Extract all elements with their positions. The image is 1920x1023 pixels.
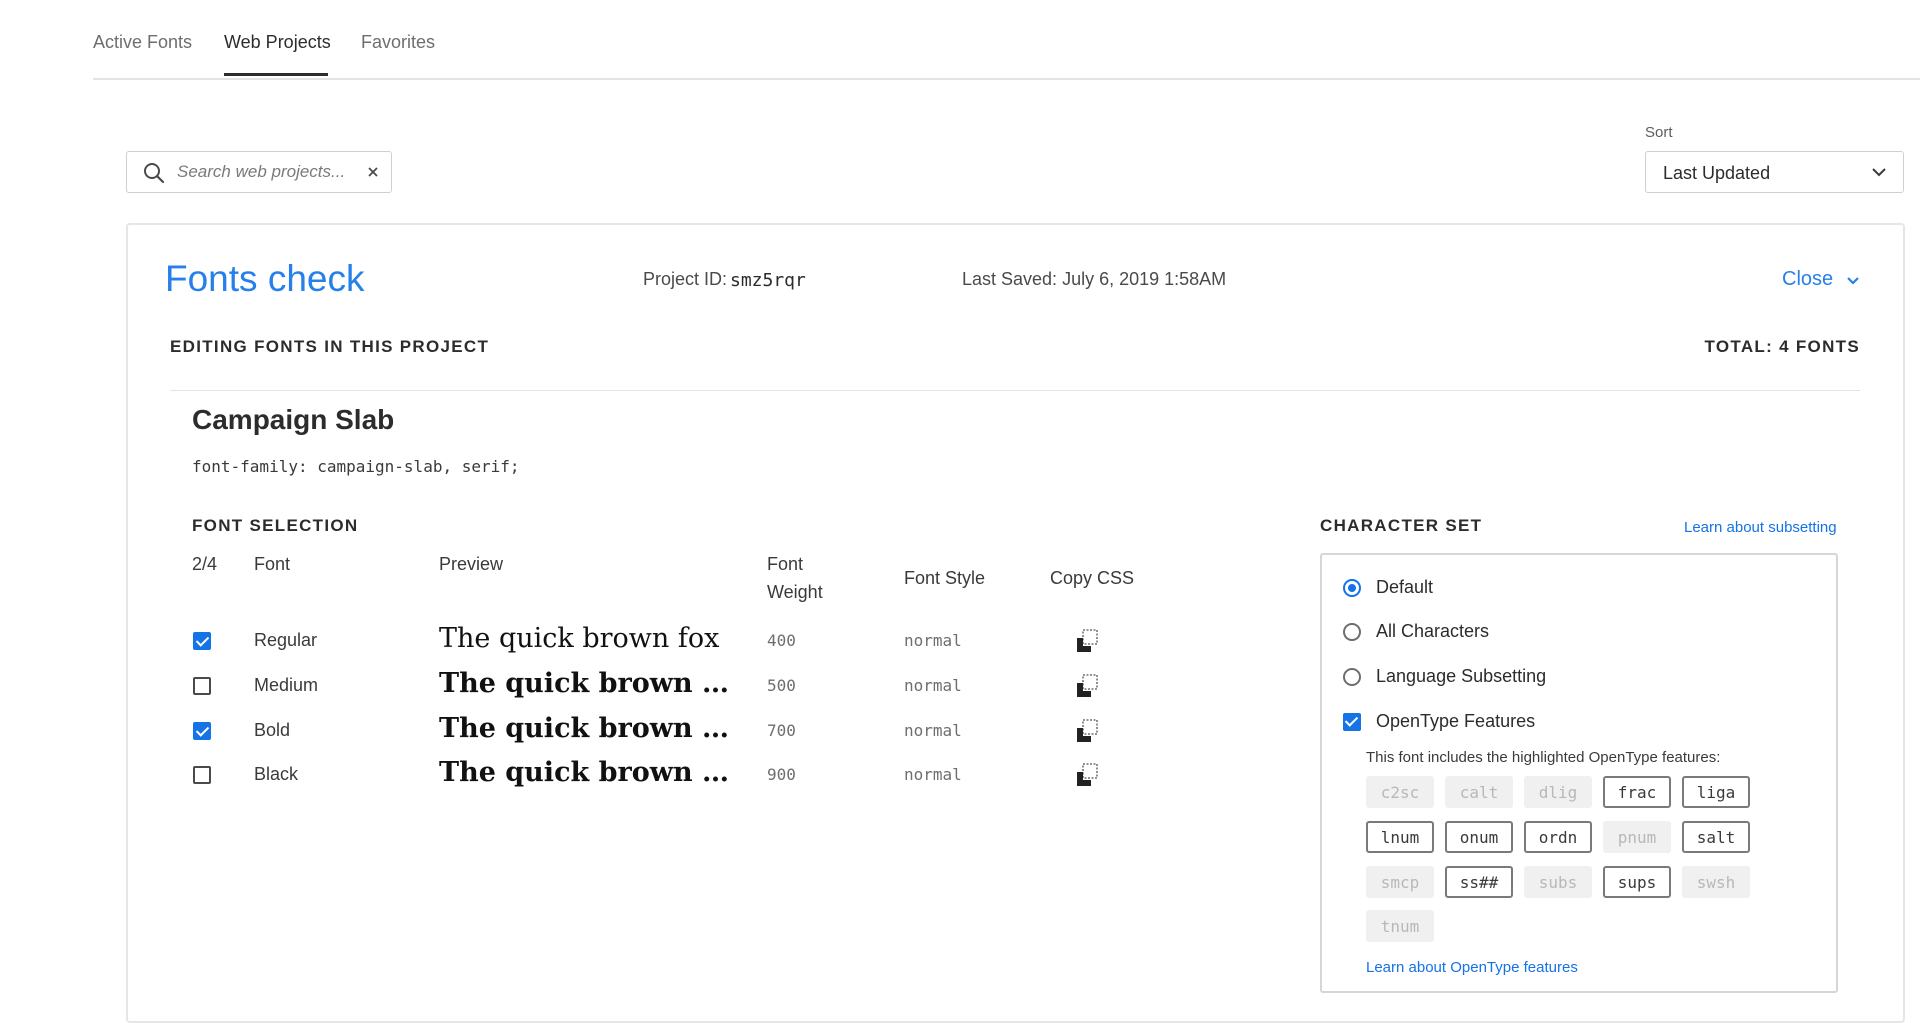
opentype-tag: ss##: [1445, 866, 1513, 898]
font-row-preview: The quick brown fox: [439, 757, 729, 788]
opentype-tag: liga: [1682, 776, 1750, 808]
opentype-tag: sups: [1603, 866, 1671, 898]
opentype-feature-note: This font includes the highlighted OpenT…: [1366, 749, 1721, 766]
sort-value: Last Updated: [1663, 163, 1771, 183]
font-row-checkbox[interactable]: [193, 677, 211, 695]
selection-count: 2/4: [192, 554, 218, 574]
opentype-tag: ordn: [1524, 821, 1592, 853]
copy-icon[interactable]: [1074, 673, 1100, 699]
search-input[interactable]: [177, 160, 357, 184]
search-box: [126, 151, 392, 193]
opentype-tag: lnum: [1366, 821, 1434, 853]
font-family-css[interactable]: font-family: campaign-slab, serif;: [192, 457, 520, 476]
tab-active-fonts[interactable]: Active Fonts: [93, 32, 192, 53]
project-id-label: Project ID:: [643, 269, 728, 289]
option-default-label: Default: [1376, 577, 1434, 597]
font-row-preview: The quick brown fox: [439, 623, 720, 654]
tab-web-projects[interactable]: Web Projects: [224, 32, 331, 53]
opentype-tag: salt: [1682, 821, 1750, 853]
column-copy-css: Copy CSS: [1050, 568, 1135, 588]
opentype-features-label: OpenType Features: [1376, 711, 1536, 731]
font-row-style: normal: [904, 765, 962, 784]
column-weight-line2: Weight: [767, 582, 823, 602]
font-row-style: normal: [904, 676, 962, 695]
chevron-down-icon: [1872, 168, 1886, 177]
font-row-checkbox[interactable]: [193, 766, 211, 784]
font-row-checkbox[interactable]: [193, 632, 211, 650]
copy-icon[interactable]: [1074, 628, 1100, 654]
option-all-characters-label: All Characters: [1376, 621, 1490, 641]
font-row-weight: 400: [767, 631, 796, 650]
opentype-tag: pnum: [1603, 821, 1671, 853]
learn-subsetting-link[interactable]: Learn about subsetting: [1684, 519, 1837, 536]
editing-heading: EDITING FONTS IN THIS PROJECT: [170, 337, 490, 356]
font-row-name: Bold: [254, 720, 291, 740]
radio-default[interactable]: [1343, 579, 1361, 597]
column-font: Font: [254, 554, 291, 574]
font-row-preview: The quick brown fox: [439, 668, 729, 699]
font-row-name: Regular: [254, 630, 318, 650]
column-preview: Preview: [439, 554, 504, 574]
opentype-tag: dlig: [1524, 776, 1592, 808]
sort-label: Sort: [1645, 124, 1673, 141]
project-title: Fonts check: [165, 258, 365, 299]
copy-icon[interactable]: [1074, 718, 1100, 744]
search-icon: [144, 163, 165, 184]
font-selection-heading: FONT SELECTION: [192, 516, 359, 535]
close-icon[interactable]: [363, 162, 383, 182]
top-tabs: Active Fonts Web Projects Favorites: [93, 0, 1920, 80]
opentype-tag: c2sc: [1366, 776, 1434, 808]
opentype-features-checkbox[interactable]: [1343, 713, 1361, 731]
opentype-tag: smcp: [1366, 866, 1434, 898]
font-row-weight: 500: [767, 676, 796, 695]
font-row-weight: 700: [767, 721, 796, 740]
opentype-tag: calt: [1445, 776, 1513, 808]
opentype-tag: subs: [1524, 866, 1592, 898]
last-saved: Last Saved: July 6, 2019 1:58AM: [962, 269, 1227, 289]
font-row-preview: The quick brown fox: [439, 713, 729, 744]
active-tab-indicator: [224, 73, 328, 76]
section-divider: [170, 390, 1860, 391]
font-row-style: normal: [904, 721, 962, 740]
option-language-subsetting-label: Language Subsetting: [1376, 666, 1547, 686]
font-row-style: normal: [904, 631, 962, 650]
opentype-tag: swsh: [1682, 866, 1750, 898]
font-row-name: Medium: [254, 675, 319, 695]
font-family-name: Campaign Slab: [192, 404, 395, 435]
project-id: smz5rqr: [730, 270, 806, 291]
close-button-label: Close: [1782, 268, 1834, 290]
opentype-tag: tnum: [1366, 910, 1434, 942]
opentype-tag: frac: [1603, 776, 1671, 808]
column-weight-line1: Font: [767, 554, 804, 574]
character-set-heading: CHARACTER SET: [1320, 516, 1483, 535]
close-button[interactable]: Close: [1782, 268, 1859, 291]
font-row-checkbox[interactable]: [193, 722, 211, 740]
column-font-style: Font Style: [904, 568, 986, 588]
learn-opentype-link[interactable]: Learn about OpenType features: [1366, 959, 1578, 976]
chevron-down-icon: [1847, 277, 1859, 285]
total-fonts: TOTAL: 4 FONTS: [1704, 337, 1860, 356]
font-row-name: Black: [254, 764, 299, 784]
radio-language-subsetting[interactable]: [1343, 668, 1361, 686]
radio-all-characters[interactable]: [1343, 623, 1361, 641]
font-row-weight: 900: [767, 765, 796, 784]
tab-favorites[interactable]: Favorites: [361, 32, 435, 53]
opentype-tag: onum: [1445, 821, 1513, 853]
sort-dropdown[interactable]: Last Updated: [1645, 151, 1904, 193]
copy-icon[interactable]: [1074, 762, 1100, 788]
